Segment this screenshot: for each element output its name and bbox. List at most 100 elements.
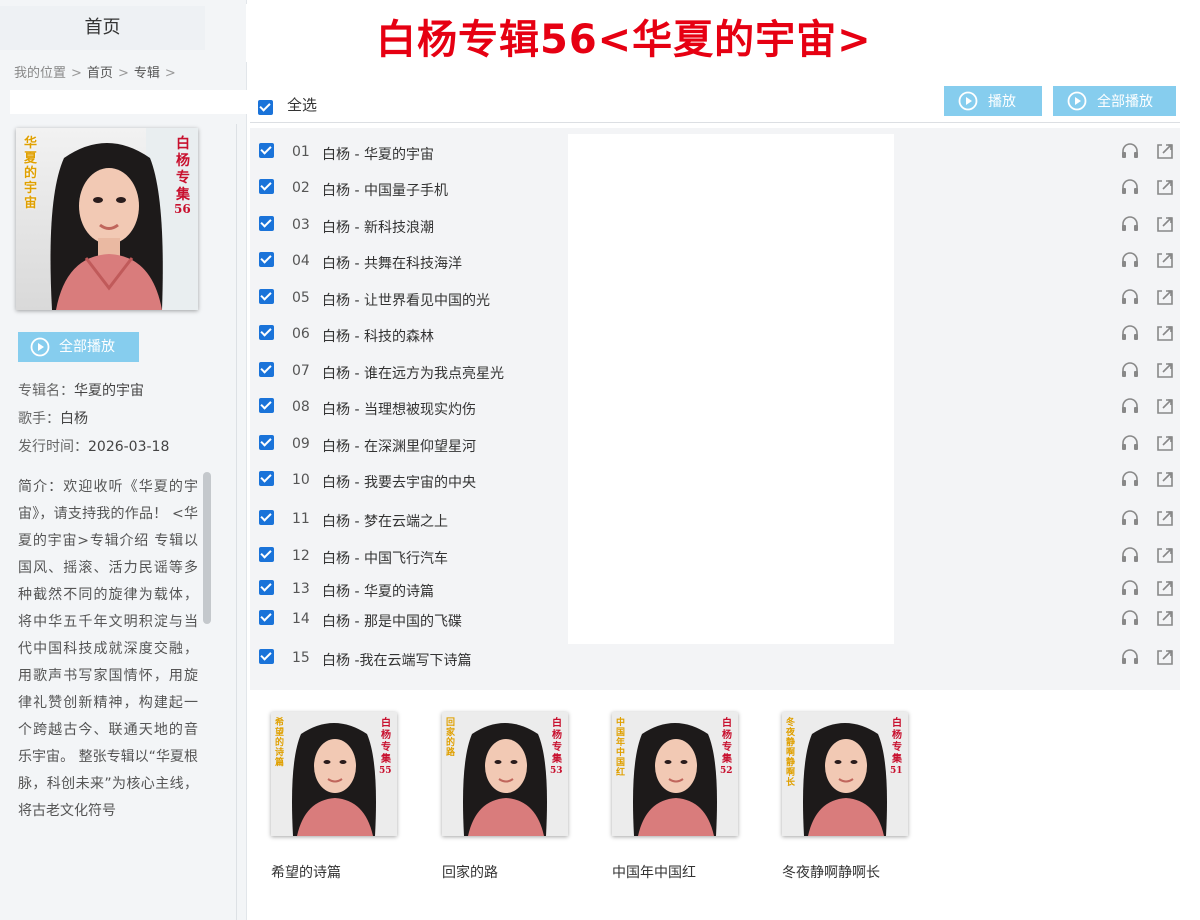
headphones-icon[interactable] xyxy=(1120,509,1140,531)
release-date-line: 发行时间：2026-03-18 xyxy=(18,436,169,456)
share-icon[interactable] xyxy=(1155,546,1175,568)
track-number: 11 xyxy=(292,511,310,527)
headphones-icon[interactable] xyxy=(1120,434,1140,456)
track-title[interactable]: 白杨 - 华夏的宇宙 xyxy=(322,144,434,164)
track-checkbox[interactable] xyxy=(259,510,274,525)
track-checkbox[interactable] xyxy=(259,610,274,625)
track-checkbox[interactable] xyxy=(259,398,274,413)
track-title[interactable]: 白杨 -我在云端写下诗篇 xyxy=(322,650,472,670)
play-button[interactable]: 播放 xyxy=(944,86,1042,116)
related-cover-right-text: 白杨专集 xyxy=(892,718,902,765)
track-checkbox[interactable] xyxy=(259,580,274,595)
select-all-checkbox[interactable] xyxy=(258,100,273,115)
track-title[interactable]: 白杨 - 新科技浪潮 xyxy=(322,217,434,237)
track-title[interactable]: 白杨 - 当理想被现实灼伤 xyxy=(322,399,476,419)
track-title[interactable]: 白杨 - 谁在远方为我点亮星光 xyxy=(322,363,504,383)
release-date-label: 发行时间： xyxy=(18,439,88,455)
headphones-icon[interactable] xyxy=(1120,215,1140,237)
related-album-cover[interactable]: 回家的路 白杨专集 53 xyxy=(442,712,568,836)
album-title: 白杨专辑56<华夏的宇宙> xyxy=(376,17,872,63)
headphones-icon[interactable] xyxy=(1120,142,1140,164)
headphones-icon[interactable] xyxy=(1120,546,1140,568)
track-checkbox[interactable] xyxy=(259,362,274,377)
headphones-icon[interactable] xyxy=(1120,251,1140,273)
singer-label: 歌手： xyxy=(18,411,60,427)
related-album-card[interactable]: 中国年中国红 白杨专集 52 中国年中国红 xyxy=(612,712,742,882)
track-title[interactable]: 白杨 - 共舞在科技海洋 xyxy=(322,253,462,273)
track-title[interactable]: 白杨 - 那是中国的飞碟 xyxy=(322,611,462,631)
headphones-icon[interactable] xyxy=(1120,470,1140,492)
related-album-title[interactable]: 中国年中国红 xyxy=(612,862,742,882)
album-cover-art xyxy=(16,128,198,310)
track-checkbox[interactable] xyxy=(259,435,274,450)
track-title[interactable]: 白杨 - 中国量子手机 xyxy=(322,180,448,200)
track-checkbox[interactable] xyxy=(259,325,274,340)
share-icon[interactable] xyxy=(1155,434,1175,456)
share-icon[interactable] xyxy=(1155,609,1175,631)
play-all-button[interactable]: 全部播放 xyxy=(1053,86,1176,116)
track-title[interactable]: 白杨 - 在深渊里仰望星河 xyxy=(322,436,476,456)
related-album-title[interactable]: 冬夜静啊静啊长 xyxy=(782,862,912,882)
related-cover-left-text: 回家的路 xyxy=(446,718,456,758)
track-checkbox[interactable] xyxy=(259,179,274,194)
breadcrumb-album-link[interactable]: 专辑 xyxy=(134,66,160,81)
breadcrumb-home-link[interactable]: 首页 xyxy=(87,66,113,81)
track-title[interactable]: 白杨 - 梦在云端之上 xyxy=(322,511,448,531)
share-icon[interactable] xyxy=(1155,288,1175,310)
share-icon[interactable] xyxy=(1155,509,1175,531)
track-checkbox[interactable] xyxy=(259,471,274,486)
track-checkbox[interactable] xyxy=(259,143,274,158)
breadcrumb-blank xyxy=(10,90,250,114)
track-title[interactable]: 白杨 - 科技的森林 xyxy=(322,326,434,346)
related-album-card[interactable]: 希望的诗篇 白杨专集 55 希望的诗篇 xyxy=(271,712,401,882)
related-album-card[interactable]: 冬夜静啊静啊长 白杨专集 51 冬夜静啊静啊长 xyxy=(782,712,912,882)
related-album-title[interactable]: 回家的路 xyxy=(442,862,572,882)
headphones-icon[interactable] xyxy=(1120,178,1140,200)
track-checkbox[interactable] xyxy=(259,547,274,562)
track-number: 13 xyxy=(292,581,310,597)
headphones-icon[interactable] xyxy=(1120,361,1140,383)
track-checkbox[interactable] xyxy=(259,649,274,664)
related-album-cover[interactable]: 希望的诗篇 白杨专集 55 xyxy=(271,712,397,836)
track-title[interactable]: 白杨 - 华夏的诗篇 xyxy=(322,581,434,601)
headphones-icon[interactable] xyxy=(1120,609,1140,631)
headphones-icon[interactable] xyxy=(1120,324,1140,346)
track-title[interactable]: 白杨 - 让世界看见中国的光 xyxy=(322,290,490,310)
share-icon[interactable] xyxy=(1155,397,1175,419)
track-checkbox[interactable] xyxy=(259,216,274,231)
breadcrumb: 我的位置 > 首页 > 专辑 > xyxy=(14,66,176,81)
album-cover-right-text: 白杨专集 xyxy=(176,136,190,203)
share-icon[interactable] xyxy=(1155,470,1175,492)
share-icon[interactable] xyxy=(1155,361,1175,383)
share-icon[interactable] xyxy=(1155,251,1175,273)
track-number: 10 xyxy=(292,472,310,488)
circle-play-icon xyxy=(958,91,978,111)
headphones-icon[interactable] xyxy=(1120,397,1140,419)
related-album-cover[interactable]: 冬夜静啊静啊长 白杨专集 51 xyxy=(782,712,908,836)
track-list-blank-area xyxy=(568,134,894,644)
share-icon[interactable] xyxy=(1155,178,1175,200)
share-icon[interactable] xyxy=(1155,579,1175,601)
related-cover-left-text: 希望的诗篇 xyxy=(275,718,285,768)
sidebar-play-all-button[interactable]: 全部播放 xyxy=(18,332,139,362)
track-checkbox[interactable] xyxy=(259,252,274,267)
album-name-value: 华夏的宇宙 xyxy=(74,383,144,399)
headphones-icon[interactable] xyxy=(1120,288,1140,310)
intro-scrollbar[interactable] xyxy=(203,472,211,624)
share-icon[interactable] xyxy=(1155,215,1175,237)
related-album-title[interactable]: 希望的诗篇 xyxy=(271,862,401,882)
select-all-label[interactable]: 全选 xyxy=(287,94,317,115)
track-title[interactable]: 白杨 - 我要去宇宙的中央 xyxy=(322,472,476,492)
track-checkbox[interactable] xyxy=(259,289,274,304)
headphones-icon[interactable] xyxy=(1120,579,1140,601)
share-icon[interactable] xyxy=(1155,142,1175,164)
related-album-cover[interactable]: 中国年中国红 白杨专集 52 xyxy=(612,712,738,836)
singer-value[interactable]: 白杨 xyxy=(60,411,88,427)
related-album-card[interactable]: 回家的路 白杨专集 53 回家的路 xyxy=(442,712,572,882)
track-number: 01 xyxy=(292,144,310,160)
share-icon[interactable] xyxy=(1155,324,1175,346)
share-icon[interactable] xyxy=(1155,648,1175,670)
headphones-icon[interactable] xyxy=(1120,648,1140,670)
home-tab[interactable]: 首页 xyxy=(0,6,205,50)
track-title[interactable]: 白杨 - 中国飞行汽车 xyxy=(322,548,448,568)
